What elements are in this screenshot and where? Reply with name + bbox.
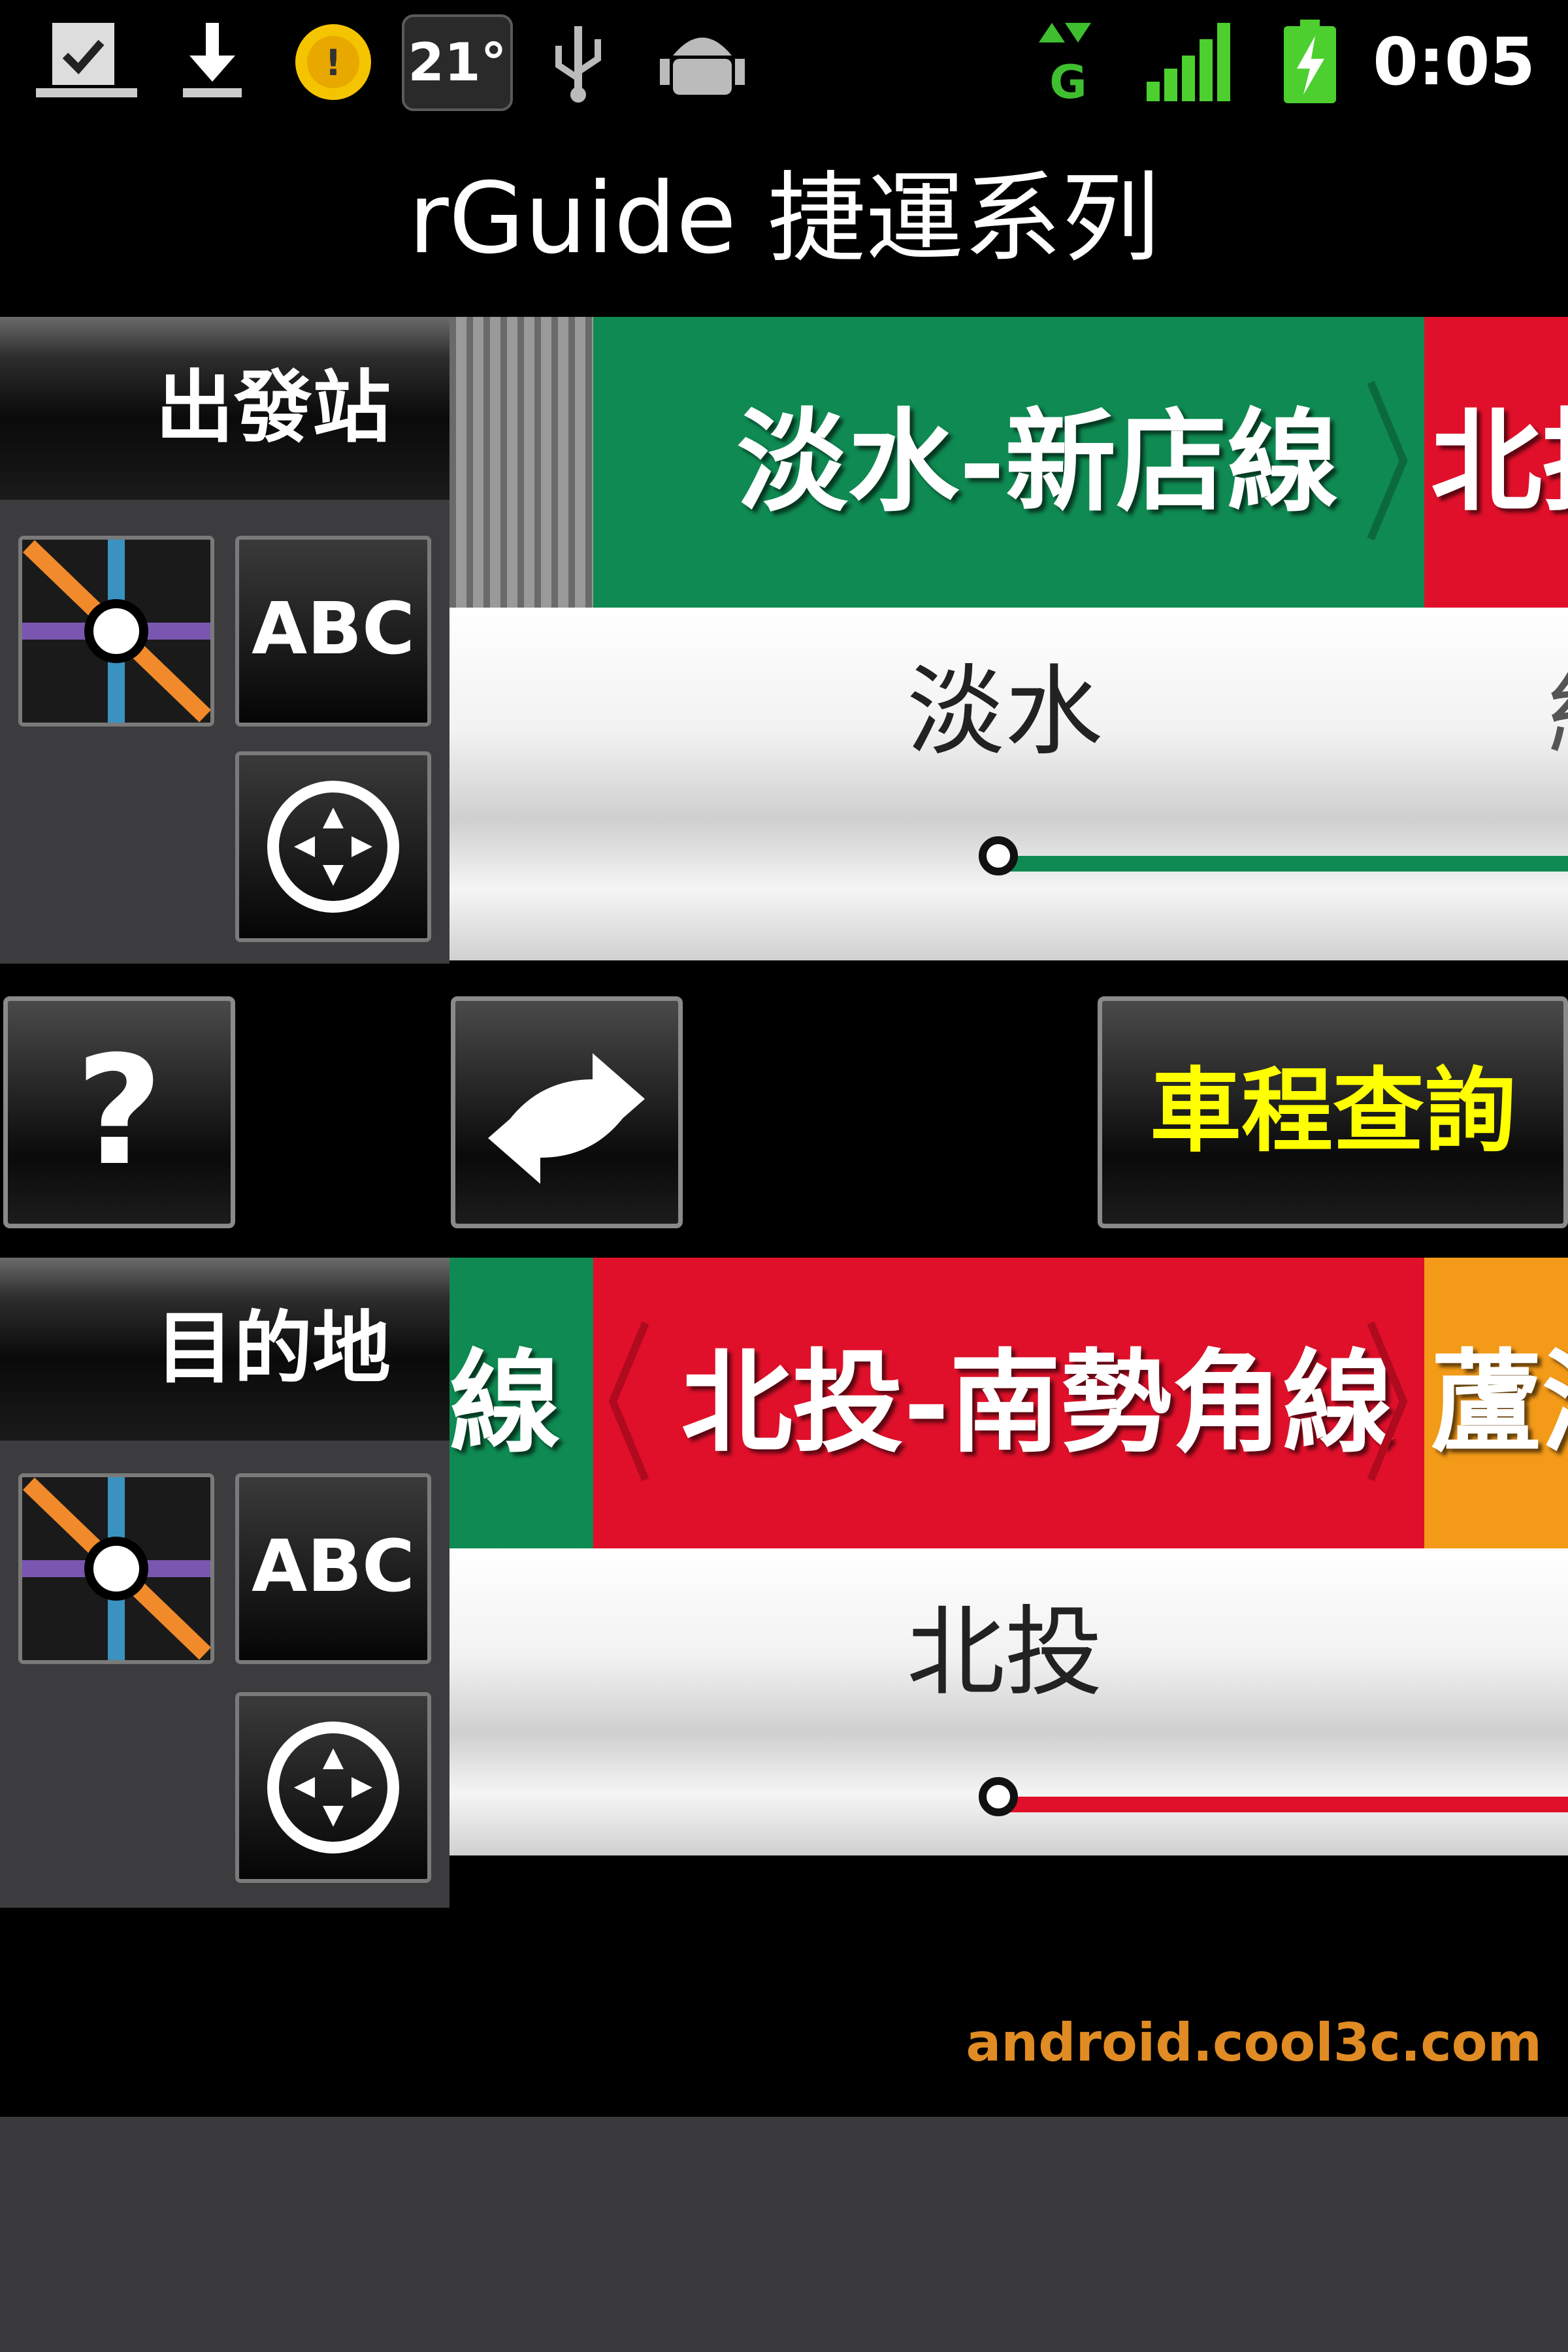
destination-side-panel: 目的地 ABC [0,1258,449,1908]
swap-button[interactable] [451,996,683,1228]
destination-current-line-tab[interactable]: 北投-南勢角線 [593,1258,1482,1548]
watermark: android.cool3c.com [966,2012,1542,2073]
gps-locate-icon [267,1722,399,1854]
chevron-right-icon[interactable] [1358,1258,1416,1548]
status-bar: ! 21° G 0:05 [0,0,1568,124]
footer: android.cool3c.com [0,1908,1568,2117]
origin-station-node[interactable] [979,836,1018,875]
chevron-right-icon[interactable] [1358,317,1416,608]
android-debug-icon [660,37,745,95]
destination-header: 目的地 [0,1258,449,1441]
battery-charging-icon [1284,20,1336,103]
metro-map-icon [22,1477,210,1660]
svg-text:!: ! [325,42,341,84]
origin-abc-button[interactable]: ABC [235,536,431,727]
origin-line-track [1005,856,1568,872]
destination-label: 目的地 [155,1303,391,1394]
destination-panel: 目的地 ABC 線 北投-南勢角線 蘆 北投 [0,1258,1568,1908]
destination-prev-line-tab[interactable]: 線 [449,1258,593,1548]
origin-panel: 出發站 ABC 淡水-新店線 北 淡水 [0,317,1568,964]
weather-sun-icon: ! [295,24,371,100]
empty-bottom-area [0,2117,1568,2352]
destination-station-name[interactable]: 北投 [907,1588,1103,1718]
destination-station-node[interactable] [979,1777,1018,1816]
destination-map-button[interactable] [18,1473,214,1664]
data-transfer-icon: G [1039,23,1091,105]
destination-next-line-tab[interactable]: 蘆洲 [1424,1258,1568,1548]
clock: 0:05 [1373,24,1535,100]
origin-next-station-name[interactable]: 紅 [1547,647,1568,777]
origin-map-button[interactable] [18,536,214,727]
app-title: rGuide 捷運系列 [408,162,1160,276]
task-check-icon [36,23,137,97]
origin-locate-button[interactable] [235,751,431,942]
route-query-button[interactable]: 車程查詢 [1098,996,1568,1228]
destination-station-scroller[interactable]: 北投 [449,1548,1568,1855]
title-bar: rGuide 捷運系列 [0,124,1568,317]
origin-side-panel: 出發站 ABC [0,317,449,964]
controls-bar: ? 車程查詢 [0,964,1568,1258]
network-badge: G [1049,56,1086,105]
origin-station-name[interactable]: 淡水 [907,647,1103,777]
gps-locate-icon [267,781,399,913]
signal-icon [1147,23,1230,101]
origin-current-line-tab[interactable]: 淡水-新店線 [593,317,1482,608]
swap-arrows-icon [488,1053,645,1184]
origin-line-selector[interactable]: 淡水-新店線 北投 [449,317,1568,608]
chevron-left-icon[interactable] [600,1258,659,1548]
usb-icon [555,26,601,103]
download-icon [183,23,242,97]
origin-station-scroller[interactable]: 淡水 紅 [449,608,1568,960]
temperature-badge: 21° [402,14,513,111]
metro-map-icon [22,540,210,723]
help-button[interactable]: ? [3,996,235,1228]
origin-prev-line-tab[interactable] [449,317,593,608]
origin-label: 出發站 [155,363,391,453]
destination-line-track [1005,1797,1568,1812]
destination-abc-button[interactable]: ABC [235,1473,431,1664]
origin-header: 出發站 [0,317,449,500]
destination-line-selector[interactable]: 線 北投-南勢角線 蘆洲 [449,1258,1568,1548]
origin-next-line-tab[interactable]: 北投 [1424,317,1568,608]
destination-locate-button[interactable] [235,1692,431,1883]
